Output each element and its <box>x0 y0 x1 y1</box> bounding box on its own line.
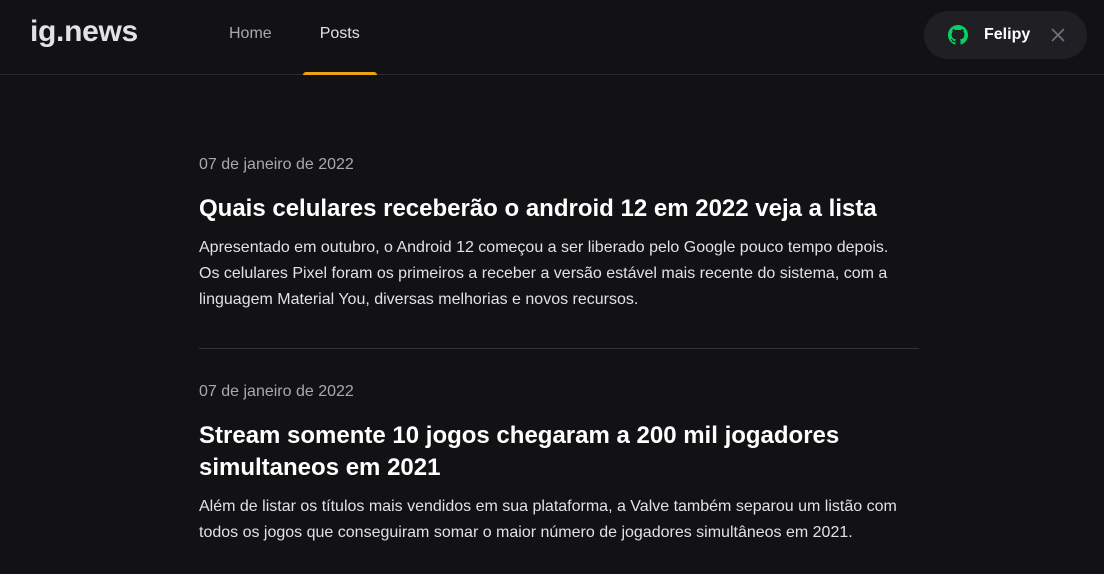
main-nav: Home Posts <box>212 0 377 75</box>
nav-home[interactable]: Home <box>212 0 289 75</box>
post-excerpt: Além de listar os títulos mais vendidos … <box>199 498 897 541</box>
post-excerpt: Apresentado em outubro, o Android 12 com… <box>199 239 889 308</box>
close-icon[interactable] <box>1051 28 1065 42</box>
post-list: 07 de janeiro de 2022 Quais celulares re… <box>199 75 919 546</box>
post-title[interactable]: Stream somente 10 jogos chegaram a 200 m… <box>199 420 919 484</box>
post-date: 07 de janeiro de 2022 <box>199 156 354 173</box>
post-date: 07 de janeiro de 2022 <box>199 383 354 400</box>
user-name: Felipy <box>984 26 1031 43</box>
post-item[interactable]: 07 de janeiro de 2022 Stream somente 10 … <box>199 348 919 546</box>
post-item[interactable]: 07 de janeiro de 2022 Quais celulares re… <box>199 75 919 348</box>
post-title[interactable]: Quais celulares receberão o android 12 e… <box>199 193 919 225</box>
site-logo[interactable]: ig.news <box>30 15 138 49</box>
sign-in-button[interactable]: Felipy <box>924 11 1087 59</box>
site-header: ig.news Home Posts Felipy <box>0 0 1104 75</box>
github-icon <box>948 25 968 45</box>
nav-posts[interactable]: Posts <box>302 0 377 75</box>
